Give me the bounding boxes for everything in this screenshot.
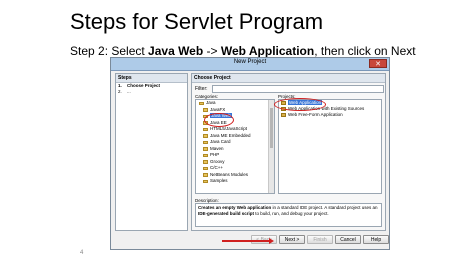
description-bold-1: Creates an empty Web application xyxy=(198,205,272,210)
help-button[interactable]: Help xyxy=(363,235,389,244)
description-box: Creates an empty Web application in a st… xyxy=(195,203,382,227)
category-label: NetBeans Modules xyxy=(210,171,249,177)
folder-icon xyxy=(199,101,204,105)
folder-icon xyxy=(203,179,208,183)
filter-input[interactable] xyxy=(212,85,384,93)
category-label: Groovy xyxy=(210,158,225,164)
project-icon xyxy=(281,113,286,117)
step-label: Choose Project xyxy=(127,83,161,88)
category-label: PHP xyxy=(210,152,220,157)
folder-icon xyxy=(203,173,208,177)
annotation-circle-web-application xyxy=(274,98,326,111)
category-label: JavaFX xyxy=(210,106,226,112)
step-project: Web Application xyxy=(220,44,315,58)
scrollbar-thumb[interactable] xyxy=(270,108,273,148)
folder-icon xyxy=(203,140,208,144)
folder-icon xyxy=(203,134,208,138)
categories-scrollbar[interactable] xyxy=(268,100,274,193)
step-arrow: -> xyxy=(203,44,221,58)
annotation-circle-java-web xyxy=(204,113,234,127)
projects-list: Web Application Web Application with Exi… xyxy=(278,99,382,194)
category-label: C/C++ xyxy=(210,165,224,170)
close-button[interactable]: ✕ xyxy=(369,59,387,68)
annotation-arrow-line xyxy=(222,240,270,242)
folder-icon xyxy=(203,127,208,131)
categories-tree: Java JavaFX Java Web Java EE HTML5/JavaS… xyxy=(195,99,275,194)
step-number: 2. xyxy=(118,89,122,94)
folder-icon xyxy=(203,166,208,170)
step-category: Java Web xyxy=(148,44,204,58)
category-label: Maven xyxy=(210,145,224,151)
annotation-arrow-head xyxy=(269,237,274,244)
dialog-title: New Project xyxy=(233,59,267,65)
category-label: Java Card xyxy=(210,139,231,144)
step-prefix: Step 2: Select xyxy=(70,44,149,58)
choose-project-panel: Choose Project Filter: Categories: Proje… xyxy=(191,73,386,231)
description-text-2: to build, run, and debug your project. xyxy=(254,211,329,216)
description-text-1: in a standard IDE project. A standard pr… xyxy=(271,205,378,210)
cancel-button[interactable]: Cancel xyxy=(335,235,361,244)
choose-project-header: Choose Project xyxy=(192,74,385,83)
folder-icon xyxy=(203,108,208,112)
category-label: Samples xyxy=(210,178,228,183)
folder-icon xyxy=(203,153,208,157)
description-bold-2: IDE-generated build script xyxy=(198,211,255,216)
finish-button[interactable]: Finish xyxy=(307,235,333,244)
step-item: 2.... xyxy=(116,89,187,95)
category-label: Java xyxy=(206,100,216,105)
next-button[interactable]: Next > xyxy=(279,235,305,244)
steps-header: Steps xyxy=(116,74,187,83)
dialog-titlebar[interactable]: New Project ✕ xyxy=(111,58,389,71)
folder-icon xyxy=(203,147,208,151)
slide-number: 4 xyxy=(80,250,84,256)
folder-icon xyxy=(203,160,208,164)
project-item[interactable]: Web Free-Form Application xyxy=(279,112,381,118)
step-suffix: , then click on Next xyxy=(314,44,416,58)
filter-label: Filter: xyxy=(195,86,208,92)
project-label: Web Free-Form Application xyxy=(288,112,343,117)
step-label: ... xyxy=(127,89,131,94)
category-label: Java ME Embedded xyxy=(210,132,251,138)
category-item[interactable]: Samples xyxy=(196,178,274,185)
steps-panel: Steps 1. Choose Project 2.... xyxy=(115,73,188,231)
new-project-dialog: New Project ✕ Steps 1. Choose Project 2..… xyxy=(110,57,390,250)
slide-title: Steps for Servlet Program xyxy=(70,9,324,34)
